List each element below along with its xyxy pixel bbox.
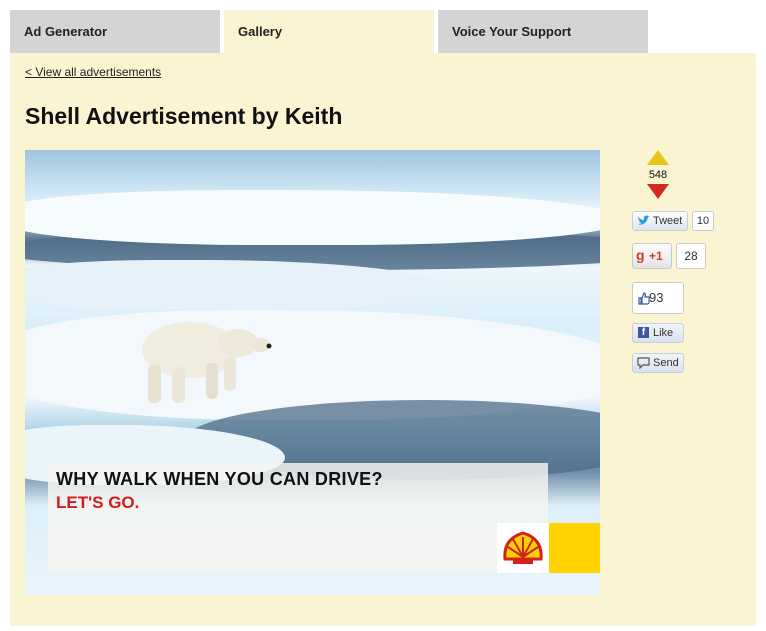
shell-logo-icon xyxy=(497,523,549,573)
gplus-label: +1 xyxy=(649,249,663,263)
facebook-f-icon: f xyxy=(638,327,649,338)
view-all-ads-link[interactable]: < View all advertisements xyxy=(25,65,161,79)
ad-text-box: WHY WALK WHEN YOU CAN DRIVE? LET'S GO. xyxy=(48,463,548,573)
vote-down-arrow-icon[interactable] xyxy=(647,184,669,199)
tweet-count: 10 xyxy=(692,211,714,231)
page-title: Shell Advertisement by Keith xyxy=(25,103,343,129)
thumbs-up-icon xyxy=(638,292,651,305)
ad-headline: WHY WALK WHEN YOU CAN DRIVE? xyxy=(56,469,383,489)
ad-tagline: LET'S GO. xyxy=(56,493,140,512)
vote-count: 548 xyxy=(648,169,668,181)
google-g-icon: g xyxy=(636,247,645,263)
advertisement-image: WHY WALK WHEN YOU CAN DRIVE? LET'S GO. xyxy=(25,150,600,595)
ad-ice-floe xyxy=(25,190,600,245)
speech-bubble-icon xyxy=(637,357,650,369)
tab-voice-your-support[interactable]: Voice Your Support xyxy=(438,10,648,53)
tweet-button[interactable]: Tweet xyxy=(632,211,688,231)
ad-yellow-accent xyxy=(549,523,600,573)
polar-bear-illustration xyxy=(142,322,272,403)
tweet-label: Tweet xyxy=(653,215,683,227)
gallery-panel: < View all advertisements Shell Advertis… xyxy=(10,53,756,626)
facebook-like-button[interactable]: f Like xyxy=(632,323,684,343)
like-label: Like xyxy=(653,327,674,339)
gplus-count: 28 xyxy=(676,243,706,269)
like-count-value: 93 xyxy=(649,290,664,305)
tab-ad-generator[interactable]: Ad Generator xyxy=(10,10,220,53)
tab-bar: Ad Generator Gallery Voice Your Support xyxy=(10,10,756,53)
google-plus-one-button[interactable]: g +1 xyxy=(632,243,672,269)
tab-gallery[interactable]: Gallery xyxy=(224,10,434,53)
facebook-like-count: 93 xyxy=(632,282,684,314)
send-label: Send xyxy=(653,357,679,369)
twitter-bird-icon xyxy=(638,215,650,225)
facebook-send-button[interactable]: Send xyxy=(632,353,684,373)
vote-up-arrow-icon[interactable] xyxy=(647,150,669,165)
